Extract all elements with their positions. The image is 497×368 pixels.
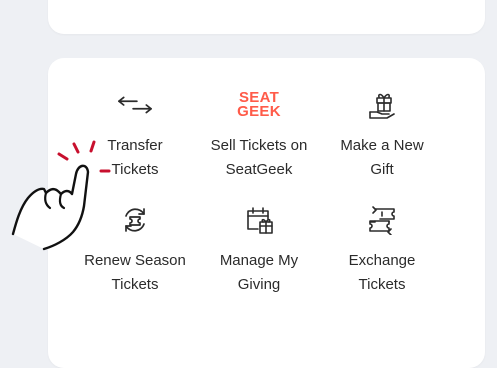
calendar-gift-icon: [242, 203, 276, 237]
exchange-tickets-label: Exchange Tickets: [348, 252, 416, 293]
exchange-tickets-icon: [365, 203, 399, 237]
seatgeek-logo: SEAT GEEK: [237, 89, 281, 120]
gift-hand-icon: [365, 88, 399, 122]
sell-on-seatgeek-button[interactable]: SEAT GEEK Sell Tickets on SeatGeek: [189, 88, 329, 188]
transfer-arrows-icon: [118, 88, 152, 122]
sell-on-seatgeek-label: Sell Tickets on SeatGeek: [210, 137, 308, 178]
manage-my-giving-label: Manage My Giving: [219, 252, 299, 293]
transfer-tickets-button[interactable]: Transfer Tickets: [65, 88, 205, 188]
manage-my-giving-button[interactable]: Manage My Giving: [189, 203, 329, 303]
actions-card: Transfer Tickets SEAT GEEK Sell Tickets …: [48, 58, 485, 368]
renew-season-tickets-button[interactable]: Renew Season Tickets: [65, 203, 205, 303]
renew-season-tickets-label: Renew Season Tickets: [84, 252, 186, 293]
transfer-tickets-label: Transfer Tickets: [107, 137, 163, 178]
top-card: [48, 0, 485, 34]
make-new-gift-button[interactable]: Make a New Gift: [312, 88, 452, 188]
renew-ticket-icon: [118, 203, 152, 237]
exchange-tickets-button[interactable]: Exchange Tickets: [312, 203, 452, 303]
make-new-gift-label: Make a New Gift: [340, 137, 424, 178]
